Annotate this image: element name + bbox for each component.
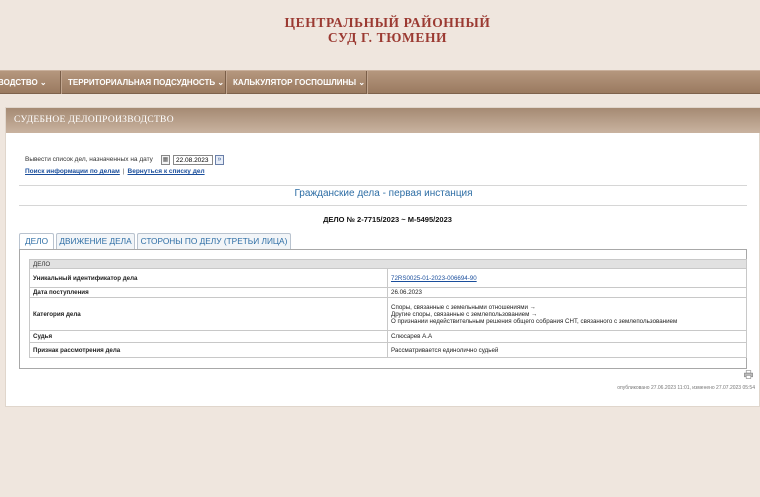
tab-content: ДЕЛО Уникальный идентификатор дела 72RS0… xyxy=(19,249,747,369)
nav-item-fee-calculator[interactable]: КАЛЬКУЛЯТОР ГОСПОШЛИНЫ ⌄ xyxy=(233,71,365,94)
table-row: Дата поступления 26.06.2023 xyxy=(29,287,747,298)
divider xyxy=(19,185,747,186)
case-links: Поиск информации по делам | Вернуться к сп… xyxy=(25,168,205,175)
row-value: Слюсарев А.А xyxy=(387,330,747,343)
calendar-icon[interactable]: ▦ xyxy=(161,155,170,165)
date-input[interactable] xyxy=(173,155,213,165)
nav-separator xyxy=(60,71,62,94)
row-label: Уникальный идентификатор дела xyxy=(29,268,388,288)
category-line: О признании недействительным решения общ… xyxy=(391,317,678,325)
printer-icon[interactable] xyxy=(744,370,753,379)
row-label: Категория дела xyxy=(29,297,388,331)
panel-title: СУДЕБНОЕ ДЕЛОПРОИЗВОДСТВО xyxy=(6,108,760,133)
section-title: Гражданские дела - первая инстанция xyxy=(294,188,473,199)
published-timestamp: опубликовано 27.06.2023 11:01, изменено … xyxy=(617,385,755,391)
table-row: Уникальный идентификатор дела 72RS0025-0… xyxy=(29,268,747,288)
date-filter-label: Вывести список дел, назначенных на дату xyxy=(25,156,153,163)
table-row: Судья Слюсарев А.А xyxy=(29,330,747,343)
row-value: 72RS0025-01-2023-006694-90 xyxy=(387,268,747,288)
category-line: Споры, связанные с земельными отношениям… xyxy=(391,303,536,311)
nav-separator xyxy=(225,71,227,94)
link-separator: | xyxy=(122,168,125,175)
row-value: Рассматривается единолично судьей xyxy=(387,342,747,358)
case-number: ДЕЛО № 2-7715/2023 ~ М-5495/2023 xyxy=(323,215,452,224)
nav-item-jurisdiction[interactable]: ТЕРРИТОРИАЛЬНАЯ ПОДСУДНОСТЬ ⌄ xyxy=(68,71,224,94)
table-row: Категория дела Споры, связанные с земель… xyxy=(29,297,747,331)
court-title-line2: СУД Г. ТЮМЕНИ xyxy=(327,30,448,45)
main-nav: ВОДСТВО ⌄ ТЕРРИТОРИАЛЬНАЯ ПОДСУДНОСТЬ ⌄ … xyxy=(0,70,760,94)
case-uid-link[interactable]: 72RS0025-01-2023-006694-90 xyxy=(391,275,477,282)
nav-separator xyxy=(366,71,368,94)
double-chevron-right-icon[interactable]: » xyxy=(215,155,224,165)
row-label: Признак рассмотрения дела xyxy=(29,342,388,358)
row-value: Споры, связанные с земельными отношениям… xyxy=(387,297,747,331)
site-header: ЦЕНТРАЛЬНЫЙ РАЙОННЫЙ СУД Г. ТЮМЕНИ xyxy=(0,0,760,70)
back-to-list-link[interactable]: Вернуться к списку дел xyxy=(128,168,205,175)
category-line: Другие споры, связанные с землепользован… xyxy=(391,310,538,318)
court-title-line1: ЦЕНТРАЛЬНЫЙ РАЙОННЫЙ xyxy=(284,15,491,30)
table-row: Признак рассмотрения дела Рассматриваетс… xyxy=(29,342,747,358)
tab-case[interactable]: ДЕЛО xyxy=(19,233,54,250)
divider xyxy=(19,205,747,206)
content-panel: СУДЕБНОЕ ДЕЛОПРОИЗВОДСТВО Вывести список… xyxy=(5,107,760,407)
row-label: Судья xyxy=(29,330,388,343)
tab-case-movement[interactable]: ДВИЖЕНИЕ ДЕЛА xyxy=(56,233,135,249)
tab-case-parties[interactable]: СТОРОНЫ ПО ДЕЛУ (ТРЕТЬИ ЛИЦА) xyxy=(137,233,291,249)
row-label: Дата поступления xyxy=(29,287,388,298)
table-group-header: ДЕЛО xyxy=(29,259,747,269)
case-info-table: ДЕЛО Уникальный идентификатор дела 72RS0… xyxy=(29,259,747,358)
court-title: ЦЕНТРАЛЬНЫЙ РАЙОННЫЙ СУД Г. ТЮМЕНИ xyxy=(0,15,760,45)
nav-item-proceedings[interactable]: ВОДСТВО ⌄ xyxy=(0,71,47,94)
search-cases-link[interactable]: Поиск информации по делам xyxy=(25,168,120,175)
row-value: 26.06.2023 xyxy=(387,287,747,298)
